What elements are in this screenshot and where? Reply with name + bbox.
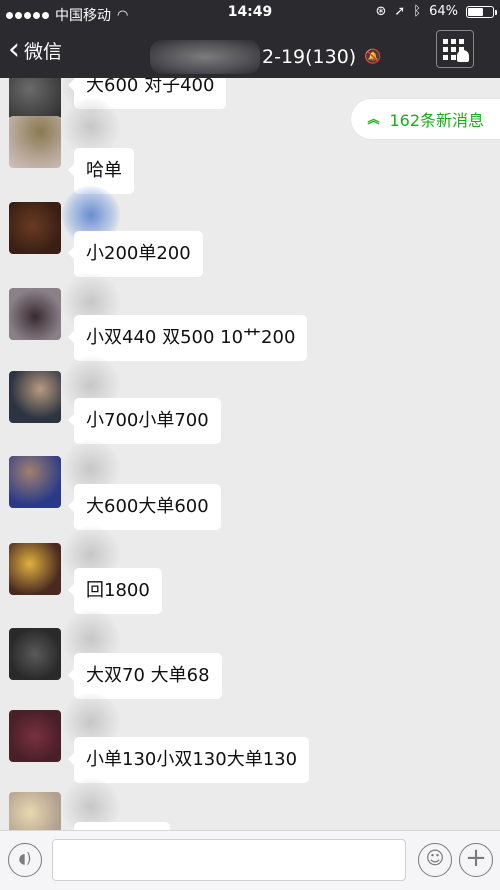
plus-icon: + bbox=[465, 843, 487, 873]
message-bubble[interactable]: 小700小单700 bbox=[68, 398, 221, 444]
smiley-icon: ☺ bbox=[425, 848, 445, 869]
new-messages-label: 162条新消息 bbox=[389, 111, 484, 130]
avatar[interactable] bbox=[9, 288, 61, 340]
voice-input-button[interactable]: ◖) bbox=[8, 843, 42, 877]
rotation-lock-icon: ⊛ bbox=[375, 4, 387, 19]
chevron-left-icon: ‹ bbox=[8, 32, 20, 67]
chat-header: ‹ 微信 2-19(130) 🔕 bbox=[0, 26, 500, 78]
avatar[interactable] bbox=[9, 543, 61, 595]
message-bubble[interactable]: 小双440 双500 10艹200 bbox=[67, 315, 308, 361]
emoji-button[interactable]: ☺ bbox=[418, 843, 452, 877]
back-button[interactable]: ‹ 微信 bbox=[8, 32, 63, 67]
avatar[interactable] bbox=[9, 456, 61, 508]
group-info-button[interactable] bbox=[436, 30, 474, 68]
mute-icon: 🔕 bbox=[364, 49, 382, 65]
message-bubble[interactable]: 大双70 大单68 bbox=[68, 653, 222, 699]
avatar[interactable] bbox=[9, 116, 61, 168]
message-bubble[interactable]: 小单130小双130大单130 bbox=[67, 737, 310, 783]
avatar[interactable] bbox=[9, 78, 61, 120]
status-bar: 中国移动 ◠ 14:49 ⊛ ➚ ᛒ 64% bbox=[0, 0, 500, 26]
new-messages-button[interactable]: ︽ 162条新消息 bbox=[351, 99, 500, 139]
location-icon: ➚ bbox=[394, 4, 406, 19]
avatar[interactable] bbox=[9, 710, 61, 762]
avatar[interactable] bbox=[9, 202, 61, 254]
status-right: ⊛ ➚ ᛒ 64% bbox=[375, 4, 497, 19]
more-actions-button[interactable]: + bbox=[459, 843, 493, 877]
chat-title-text: 2-19(130) bbox=[262, 46, 357, 68]
message-input[interactable] bbox=[52, 839, 406, 881]
message-bubble[interactable] bbox=[74, 822, 170, 830]
message-bubble[interactable]: 回1800 bbox=[68, 568, 162, 614]
voice-icon: ◖) bbox=[18, 851, 32, 867]
battery-icon bbox=[466, 5, 497, 18]
message-bubble[interactable]: 小200单200 bbox=[68, 231, 203, 277]
back-label: 微信 bbox=[24, 40, 63, 63]
input-toolbar: ◖) ☺ + bbox=[0, 830, 500, 890]
battery-percent: 64% bbox=[429, 4, 458, 19]
message-list[interactable]: 大600 对子400 ︽ 162条新消息 哈单 小200单200 小双440 双… bbox=[0, 78, 500, 830]
avatar[interactable] bbox=[9, 628, 61, 680]
person-icon bbox=[457, 50, 469, 62]
title-obscured-area bbox=[150, 40, 260, 74]
avatar[interactable] bbox=[9, 371, 61, 423]
avatar[interactable] bbox=[9, 792, 61, 830]
double-chevron-up-icon: ︽ bbox=[367, 112, 380, 126]
message-bubble[interactable]: 大600大单600 bbox=[68, 484, 221, 530]
chat-title: 2-19(130) 🔕 bbox=[150, 40, 382, 74]
bluetooth-icon: ᛒ bbox=[413, 4, 422, 19]
